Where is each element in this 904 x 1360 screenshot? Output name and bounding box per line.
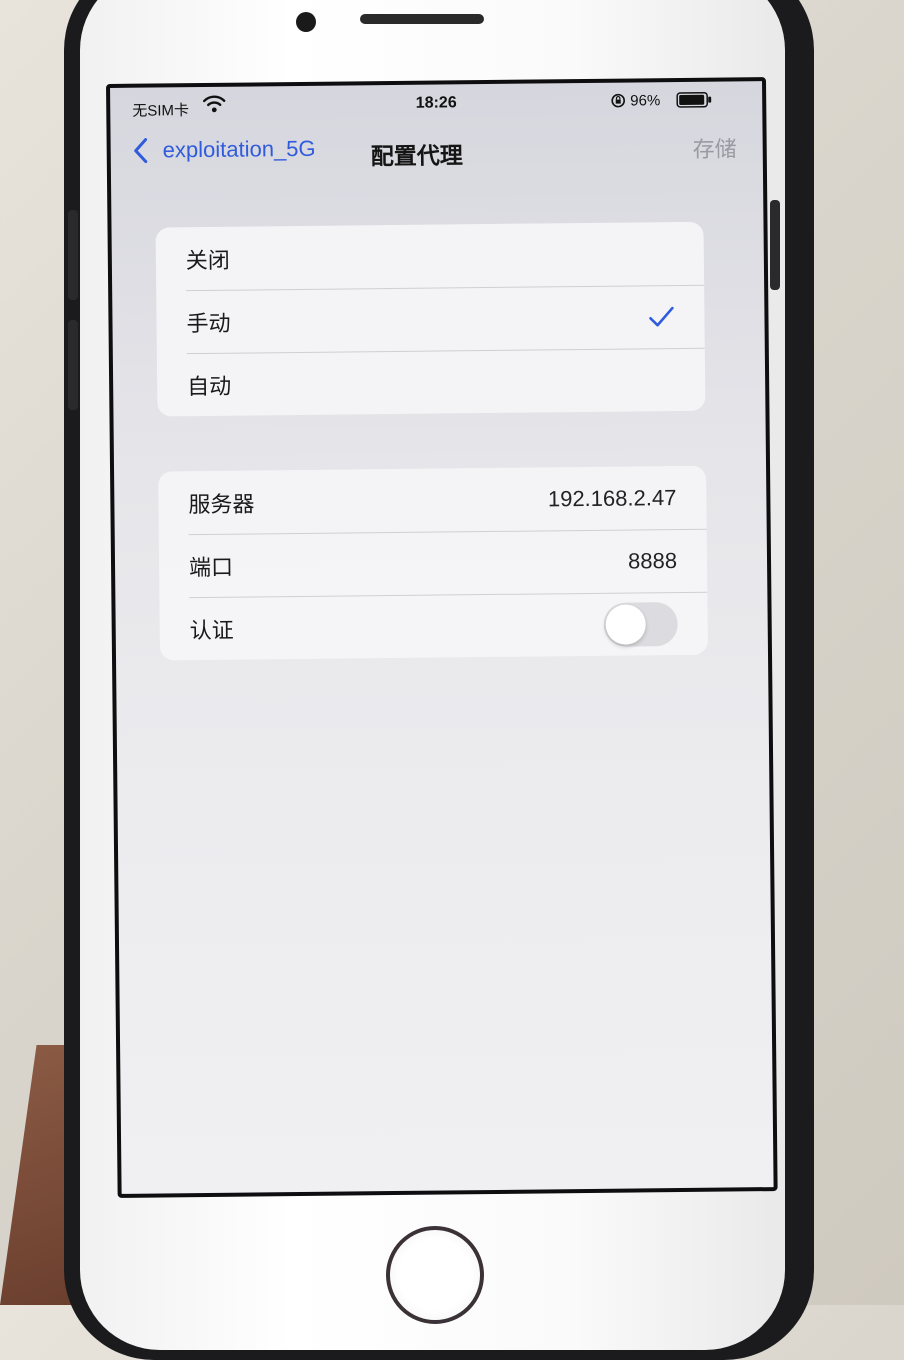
battery-percentage: 96% xyxy=(630,92,661,110)
server-row[interactable]: 服务器 192.168.2.47 xyxy=(158,466,707,535)
port-row[interactable]: 端口 8888 xyxy=(159,529,708,598)
chevron-left-icon xyxy=(134,138,148,164)
proxy-settings-group: 服务器 192.168.2.47 端口 8888 认证 xyxy=(158,465,709,661)
authentication-row: 认证 xyxy=(159,592,708,661)
home-button[interactable] xyxy=(386,1226,484,1324)
orientation-lock-icon xyxy=(611,93,626,108)
authentication-toggle[interactable] xyxy=(603,601,678,647)
navigation-bar: exploitation_5G 配置代理 存储 xyxy=(110,121,763,180)
display: 无SIM卡 18:26 96% exploitation_5G 配置代理 存储 … xyxy=(110,81,774,1194)
option-label: 关闭 xyxy=(185,247,230,273)
option-label: 手动 xyxy=(186,310,231,336)
status-bar: 无SIM卡 18:26 96% xyxy=(110,81,762,126)
side-button xyxy=(68,210,78,300)
server-field[interactable]: 192.168.2.47 xyxy=(548,485,677,512)
toggle-knob xyxy=(605,603,646,645)
authentication-label: 认证 xyxy=(189,617,234,643)
side-button xyxy=(68,320,78,410)
port-label: 端口 xyxy=(188,554,234,580)
side-button xyxy=(770,200,780,290)
option-label: 自动 xyxy=(187,373,232,399)
back-button-label: exploitation_5G xyxy=(162,135,316,163)
proxy-mode-option-auto[interactable]: 自动 xyxy=(157,348,706,417)
battery-icon xyxy=(676,91,712,108)
front-camera xyxy=(296,12,316,32)
earpiece-speaker xyxy=(360,14,484,24)
phone-screen: 无SIM卡 18:26 96% exploitation_5G 配置代理 存储 … xyxy=(106,77,778,1198)
proxy-mode-option-off[interactable]: 关闭 xyxy=(156,222,705,291)
checkmark-icon xyxy=(649,306,674,327)
proxy-mode-group: 关闭 手动 自动 xyxy=(155,221,706,417)
port-field[interactable]: 8888 xyxy=(628,548,677,575)
save-button[interactable]: 存储 xyxy=(693,131,737,163)
back-button[interactable]: exploitation_5G xyxy=(133,136,316,164)
server-label: 服务器 xyxy=(188,490,255,517)
page-title: 配置代理 xyxy=(370,142,463,170)
proxy-mode-option-manual[interactable]: 手动 xyxy=(156,285,705,354)
